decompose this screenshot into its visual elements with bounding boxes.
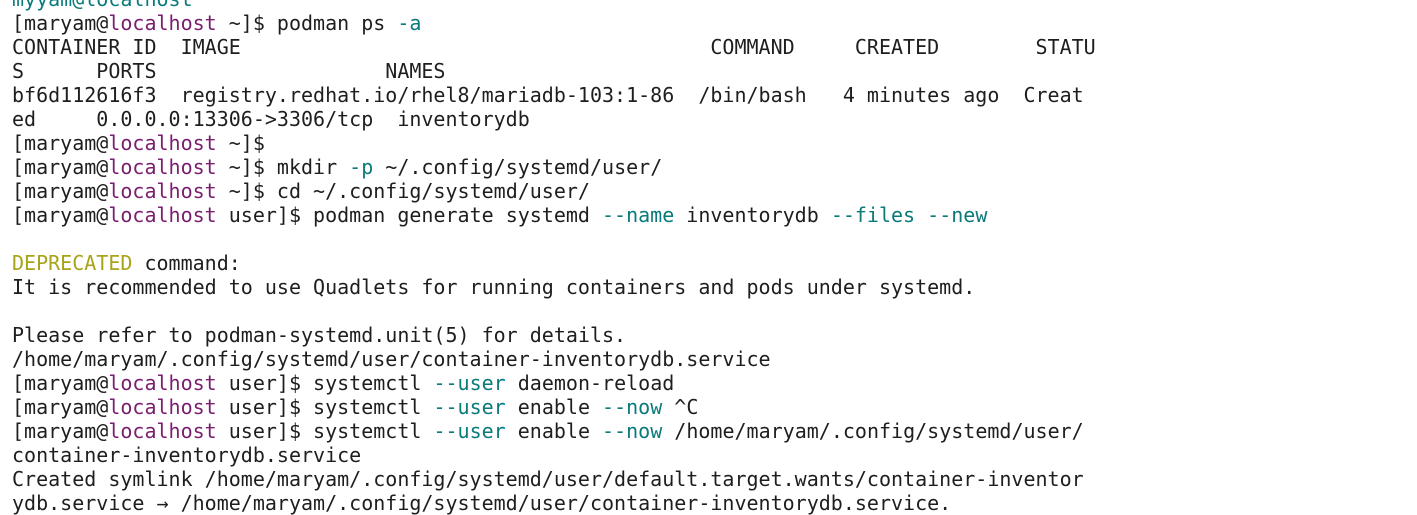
terminal-text-default: ^C <box>662 395 699 419</box>
terminal-text-default: CONTAINER ID IMAGE COMMAND CREATED STATU <box>12 35 1096 59</box>
terminal-line: [maryam@localhost user]$ systemctl --use… <box>12 395 1096 419</box>
terminal-text-flag: --new <box>927 203 988 227</box>
terminal-text-host: localhost <box>108 131 217 155</box>
terminal-text-default: Created symlink /home/maryam/.config/sys… <box>12 467 1084 491</box>
terminal-line: [maryam@localhost ~]$ cd ~/.config/syste… <box>12 179 1096 203</box>
terminal-line: /home/maryam/.config/systemd/user/contai… <box>12 347 1096 371</box>
terminal-text-flag: --now <box>602 419 663 443</box>
terminal-text-default: Please refer to podman-systemd.unit(5) f… <box>12 323 627 347</box>
terminal-text-default: bf6d112616f3 registry.redhat.io/rhel8/ma… <box>12 83 1084 107</box>
terminal-text-flag: --files <box>830 203 916 227</box>
terminal-text-default: enable <box>505 395 603 419</box>
terminal-text-default: ydb.service → /home/maryam/.config/syste… <box>12 491 952 515</box>
terminal-text-default: [maryam@ <box>12 203 109 227</box>
terminal-text-default: ed 0.0.0.0:13306->3306/tcp inventorydb <box>12 107 530 131</box>
terminal-text-default: enable <box>505 419 603 443</box>
terminal-line: ed 0.0.0.0:13306->3306/tcp inventorydb <box>12 107 1096 131</box>
terminal-text-host: localhost <box>108 419 217 443</box>
terminal-text-flag: -a <box>397 11 422 35</box>
terminal-line: [maryam@localhost user]$ systemctl --use… <box>12 419 1096 443</box>
terminal-line: container-inventorydb.service <box>12 443 1096 467</box>
terminal-line: It is recommended to use Quadlets for ru… <box>12 275 1096 299</box>
terminal-text-default: container-inventorydb.service <box>12 443 362 467</box>
terminal-text-warn: DEPRECATED <box>12 251 133 275</box>
terminal-text-flag: -p <box>349 155 374 179</box>
terminal-text-flag: --now <box>602 395 663 419</box>
terminal-text-host: localhost <box>108 11 217 35</box>
terminal-text-host: localhost <box>108 179 217 203</box>
terminal-text-flag: --user <box>433 371 506 395</box>
terminal-line: [maryam@localhost user]$ podman generate… <box>12 203 1096 227</box>
terminal-text-default: [maryam@ <box>12 419 109 443</box>
terminal-line: myyam@localhost <box>12 0 1096 11</box>
terminal-line: [maryam@localhost ~]$ podman ps -a <box>12 11 1096 35</box>
terminal-text-host: localhost <box>108 203 217 227</box>
terminal-text-default: ~]$ mkdir <box>216 155 350 179</box>
terminal-text-default: [maryam@ <box>12 371 109 395</box>
terminal-line: bf6d112616f3 registry.redhat.io/rhel8/ma… <box>12 83 1096 107</box>
terminal-text-default: ~]$ <box>216 131 265 155</box>
terminal-text-default: [maryam@ <box>12 179 109 203</box>
terminal-text-default: It is recommended to use Quadlets for ru… <box>12 275 976 299</box>
terminal-text-flag: --user <box>433 395 506 419</box>
terminal-line: [maryam@localhost ~]$ <box>12 131 1096 155</box>
terminal-text-flag: --user <box>433 419 506 443</box>
terminal-line: ydb.service → /home/maryam/.config/syste… <box>12 491 1096 515</box>
terminal-line: [maryam@localhost user]$ systemctl --use… <box>12 371 1096 395</box>
terminal-text-flag: --name <box>602 203 675 227</box>
terminal-text-default: [maryam@ <box>12 395 109 419</box>
terminal-text-default: ~]$ podman ps <box>216 11 398 35</box>
terminal-text-default: command: <box>132 251 241 275</box>
terminal-text-default: ~/.config/systemd/user/ <box>373 155 663 179</box>
terminal-text-default: [maryam@ <box>12 11 109 35</box>
terminal-line: Please refer to podman-systemd.unit(5) f… <box>12 323 1096 347</box>
terminal-text-default: /home/maryam/.config/systemd/user/ <box>662 419 1084 443</box>
terminal-line: DEPRECATED command: <box>12 251 1096 275</box>
terminal-text-default: user]$ systemctl <box>216 371 434 395</box>
terminal-output[interactable]: myyam@localhost[maryam@localhost ~]$ pod… <box>12 0 1096 515</box>
terminal-text-default: ~]$ cd ~/.config/systemd/user/ <box>216 179 590 203</box>
terminal-text-cut: myyam@localhost <box>12 0 193 11</box>
terminal-text-default: [maryam@ <box>12 131 109 155</box>
terminal-line: S PORTS NAMES <box>12 59 1096 83</box>
terminal-text-default: user]$ systemctl <box>216 419 434 443</box>
terminal-line: CONTAINER ID IMAGE COMMAND CREATED STATU <box>12 35 1096 59</box>
terminal-line: Created symlink /home/maryam/.config/sys… <box>12 467 1096 491</box>
terminal-text-default: S PORTS NAMES <box>12 59 446 83</box>
terminal-text-default: user]$ systemctl <box>216 395 434 419</box>
terminal-text-default: [maryam@ <box>12 155 109 179</box>
terminal-text-default: user]$ podman generate systemd <box>216 203 603 227</box>
terminal-text-host: localhost <box>108 371 217 395</box>
terminal-line: [maryam@localhost ~]$ mkdir -p ~/.config… <box>12 155 1096 179</box>
terminal-text-host: localhost <box>108 395 217 419</box>
terminal-text-default: /home/maryam/.config/systemd/user/contai… <box>12 347 771 371</box>
terminal-text-host: localhost <box>108 155 217 179</box>
terminal-text-default: inventorydb <box>674 203 831 227</box>
terminal-text-default <box>915 203 927 227</box>
terminal-text-default: daemon-reload <box>505 371 675 395</box>
